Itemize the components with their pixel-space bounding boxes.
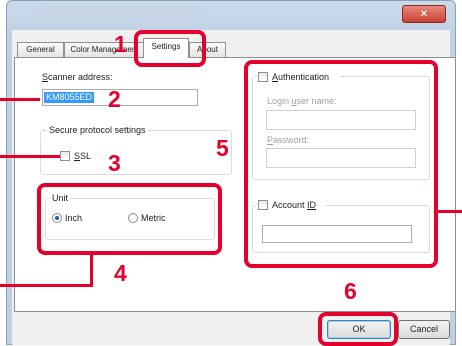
callout-number-6: 6 <box>344 278 357 304</box>
callout-box-authentication <box>244 60 438 268</box>
close-button[interactable]: × <box>402 5 446 23</box>
callout-box-unit <box>37 183 222 255</box>
callout-number-4: 4 <box>114 260 127 286</box>
scanner-address-value: KM8055ED <box>44 92 95 103</box>
tab-settings[interactable]: Settings <box>143 38 189 58</box>
callout-line-3 <box>0 155 60 158</box>
callout-number-2: 2 <box>108 86 121 112</box>
callout-line-4-horizontal <box>0 284 93 287</box>
callout-line-2 <box>0 98 40 101</box>
blurred-title <box>40 8 200 18</box>
secure-protocol-legend: Secure protocol settings <box>47 125 148 135</box>
tab-color-management[interactable]: Color Management <box>64 42 145 57</box>
ssl-checkbox[interactable] <box>60 151 70 161</box>
cancel-button[interactable]: Cancel <box>398 320 450 339</box>
callout-number-5: 5 <box>216 135 229 161</box>
callout-box-ok <box>318 312 398 346</box>
callout-number-3: 3 <box>108 150 121 176</box>
callout-line-right <box>438 210 462 213</box>
scanner-address-label: Scanner address: <box>42 72 113 82</box>
ssl-label: SSL <box>74 151 92 161</box>
title-bar[interactable] <box>6 0 456 30</box>
callout-number-1: 1 <box>114 31 127 57</box>
tab-general[interactable]: General <box>17 42 64 57</box>
callout-line-4-vertical <box>90 255 93 287</box>
